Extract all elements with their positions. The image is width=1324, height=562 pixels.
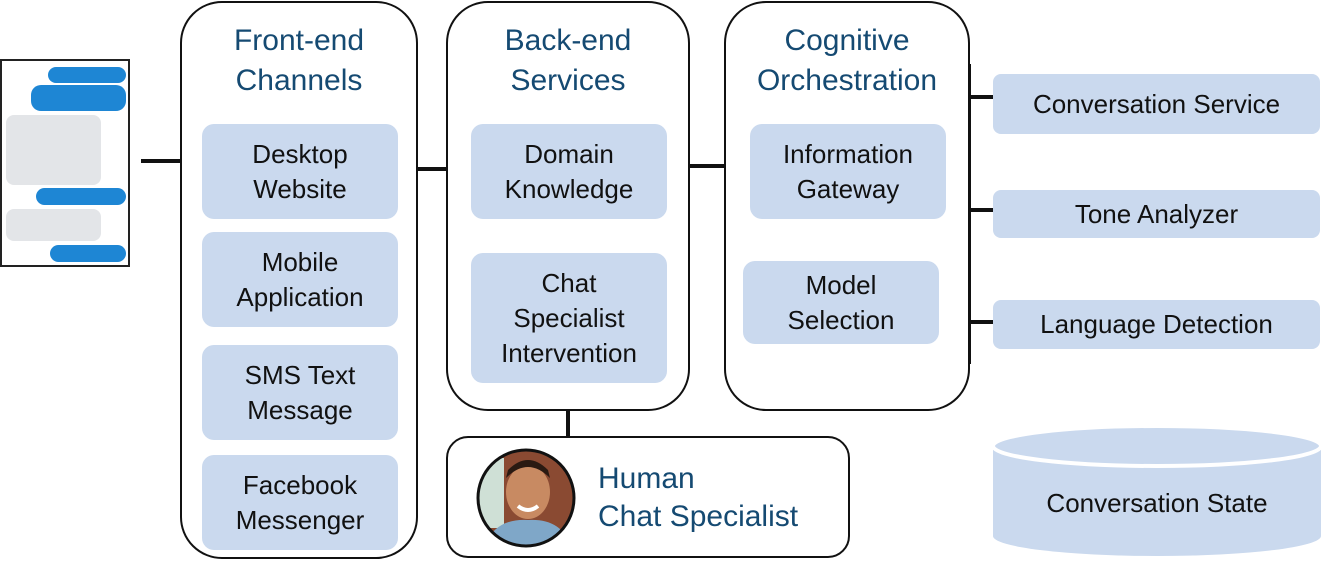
human-chat-specialist-box: Human Chat Specialist [446, 436, 850, 558]
model-selection: Model Selection [743, 261, 939, 344]
information-gateway: Information Gateway [750, 124, 946, 219]
language-detection: Language Detection [993, 300, 1320, 349]
tone-analyzer: Tone Analyzer [993, 190, 1320, 238]
chat-bubble-outgoing [31, 85, 126, 111]
connector-phone-frontend [141, 159, 182, 163]
backend-services-title: Back-end Services [504, 24, 632, 97]
connector-service-1 [968, 95, 993, 99]
channel-desktop-website: Desktop Website [202, 124, 398, 219]
service-domain-knowledge: Domain Knowledge [471, 124, 667, 219]
channel-mobile-application: Mobile Application [202, 232, 398, 327]
connector-service-2 [968, 208, 993, 212]
conversation-service: Conversation Service [993, 74, 1320, 134]
human-chat-specialist-title: Human Chat Specialist [598, 462, 799, 533]
connector-backend-cognitive [688, 164, 726, 168]
person-photo-icon [476, 448, 576, 548]
connector-backend-human [566, 408, 570, 438]
service-chat-specialist-intervention: Chat Specialist Intervention [471, 253, 667, 383]
chat-bubble-incoming [6, 209, 101, 241]
connector-frontend-backend [416, 167, 448, 171]
backend-services-group: Back-end Services Domain Knowledge Chat … [446, 1, 690, 411]
chat-phone-mockup [0, 59, 130, 267]
chat-bubble-outgoing [36, 188, 126, 205]
frontend-channels-group: Front-end Channels Desktop Website Mobil… [180, 1, 418, 559]
channel-facebook-messenger: Facebook Messenger [202, 455, 398, 550]
chat-bubble-incoming [6, 115, 101, 185]
cognitive-orchestration-group: Cognitive Orchestration Information Gate… [724, 1, 970, 411]
cognitive-orchestration-title: Cognitive Orchestration [756, 24, 938, 97]
frontend-channels-title: Front-end Channels [233, 24, 365, 97]
chat-bubble-outgoing [50, 245, 126, 262]
chat-bubble-outgoing [48, 67, 126, 83]
channel-sms-text-message: SMS Text Message [202, 345, 398, 440]
connector-service-3 [968, 320, 993, 324]
conversation-state-label: Conversation State [1046, 487, 1268, 518]
